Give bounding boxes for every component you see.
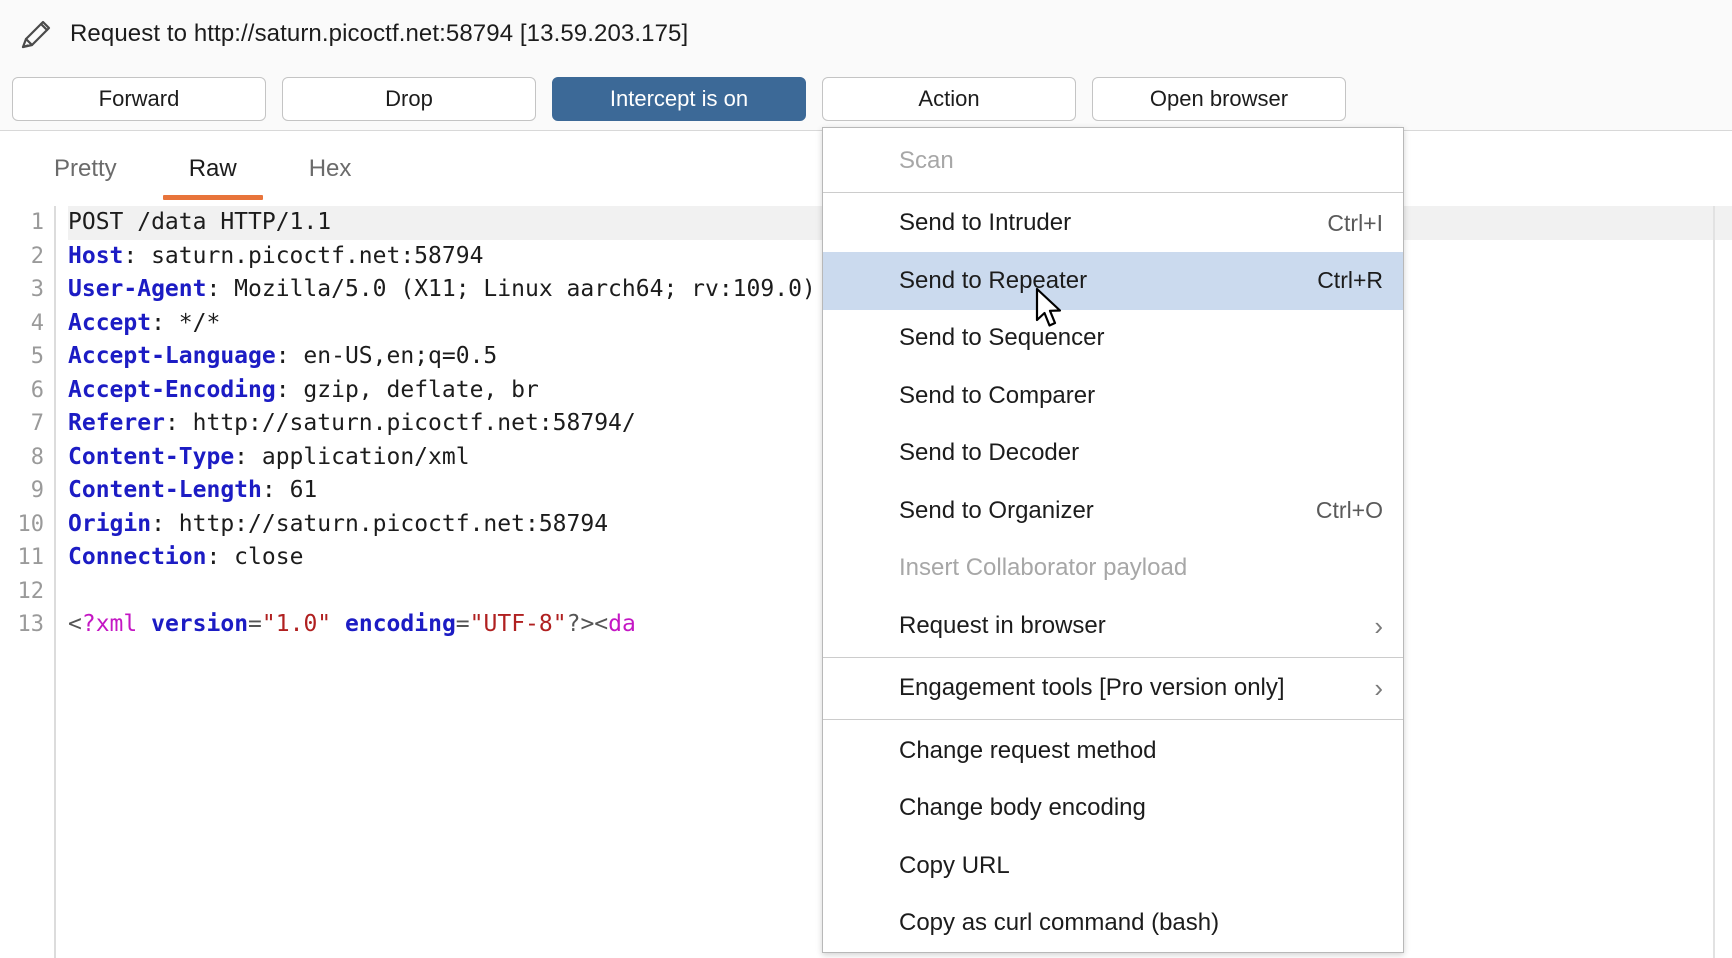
chevron-right-icon: › (1374, 673, 1383, 704)
code-token: : */* (151, 309, 221, 336)
code-token: encoding (345, 611, 456, 637)
line-number: 12 (17, 578, 45, 604)
window-titlebar: Request to http://saturn.picoctf.net:587… (0, 0, 1732, 68)
menu-item-label: Send to Comparer (899, 381, 1096, 409)
menu-item-send-to-decoder[interactable]: Send to Decoder (823, 425, 1403, 483)
menu-item-request-in-browser[interactable]: Request in browser › (823, 597, 1403, 655)
code-token: : http://saturn.picoctf.net:58794/ (164, 410, 636, 436)
code-token: "UTF-8" (469, 611, 567, 637)
menu-item-send-to-sequencer[interactable]: Send to Sequencer (823, 310, 1403, 368)
menu-item-label: Send to Sequencer (899, 324, 1105, 352)
line-number: 11 (17, 545, 45, 570)
code-token: Content-Type (68, 443, 235, 470)
line-number: 1 (30, 210, 44, 235)
menu-item-label: Copy as curl command (bash) (899, 909, 1220, 937)
menu-item-change-body-encoding[interactable]: Change body encoding (823, 780, 1403, 838)
menu-item-label: Send to Decoder (899, 439, 1080, 467)
line-number: 13 (17, 612, 45, 637)
chevron-right-icon: › (1374, 610, 1383, 641)
code-token: User-Agent (68, 276, 207, 302)
menu-item-copy-as-curl-command-bash[interactable]: Copy as curl command (bash) (823, 895, 1403, 953)
menu-item-insert-collaborator-payload: Insert Collaborator payload (823, 540, 1403, 598)
code-token: < (68, 611, 82, 637)
line-number: 6 (30, 377, 44, 403)
code-token: : application/xml (234, 443, 470, 470)
menu-item-shortcut: Ctrl+R (1317, 267, 1383, 294)
menu-item-label: Send to Repeater (899, 266, 1088, 294)
code-token: Accept-Encoding (68, 376, 276, 403)
code-token: da (608, 611, 636, 637)
code-token: Host (68, 242, 124, 269)
code-token: : saturn.picoctf.net:58794 (123, 242, 484, 269)
menu-item-label: Copy URL (899, 851, 1010, 879)
action-button[interactable]: Action (822, 77, 1076, 121)
code-token: ?>< (566, 611, 609, 637)
pencil-icon (21, 20, 51, 49)
open-browser-button[interactable]: Open browser (1092, 77, 1346, 121)
line-number: 5 (30, 344, 44, 369)
code-token: Connection (68, 544, 207, 570)
menu-item-send-to-intruder[interactable]: Send to Intruder Ctrl+I (823, 195, 1403, 253)
page-title: Request to http://saturn.picoctf.net:587… (70, 20, 689, 47)
tab-raw[interactable]: Raw (153, 132, 273, 206)
menu-item-label: Change request method (899, 736, 1157, 764)
action-context-menu[interactable]: Scan Send to Intruder Ctrl+I Send to Repeat… (822, 127, 1404, 953)
code-token: Content-Length (68, 477, 262, 503)
menu-item-label: Scan (899, 146, 954, 174)
code-token: : en-US,en;q=0.5 (275, 343, 498, 369)
menu-item-scan: Scan (823, 132, 1403, 190)
menu-separator (823, 191, 1403, 193)
code-token: : 61 (261, 477, 318, 503)
code-token: Accept (68, 309, 152, 336)
line-number: 8 (30, 444, 44, 470)
code-token: : gzip, deflate, br (275, 376, 539, 403)
menu-item-label: Engagement tools [Pro version only] (899, 674, 1285, 702)
code-token: Accept-Language (68, 343, 276, 369)
menu-item-send-to-comparer[interactable]: Send to Comparer (823, 367, 1403, 425)
code-token: "1.0" (261, 611, 332, 637)
code-token: = (248, 611, 262, 637)
menu-item-shortcut: Ctrl+O (1315, 497, 1383, 524)
line-number: 10 (17, 511, 45, 537)
menu-separator (823, 719, 1403, 720)
line-number: 9 (30, 478, 44, 503)
drop-button[interactable]: Drop (282, 77, 536, 121)
code-token: : http://saturn.picoctf.net:58794 (151, 510, 609, 537)
line-number: 3 (30, 277, 44, 302)
code-token: Referer (68, 410, 165, 436)
line-number-gutter: 1 2 3 4 5 6 7 8 9 10 11 12 13 (0, 206, 56, 958)
menu-item-label: Send to Organizer (899, 496, 1094, 524)
line-number: 7 (30, 411, 44, 436)
menu-item-label: Send to Intruder (899, 209, 1072, 237)
code-token: = (455, 611, 470, 637)
burp-intercept-window: Request to http://saturn.picoctf.net:587… (0, 0, 1732, 958)
code-token: Origin (68, 510, 152, 537)
code-token: ?xml (81, 611, 138, 637)
code-token: POST /data HTTP/1.1 (68, 209, 332, 235)
menu-separator (823, 656, 1403, 658)
action-toolbar: Forward Drop Intercept is on Action Open… (0, 68, 1732, 130)
code-token: : close (206, 544, 304, 570)
menu-item-label: Request in browser (899, 611, 1106, 639)
menu-item-send-to-repeater[interactable]: Send to Repeater Ctrl+R (823, 252, 1403, 310)
forward-button[interactable]: Forward (12, 77, 266, 121)
menu-item-engagement-tools-pro-version-only[interactable]: Engagement tools [Pro version only] › (823, 660, 1403, 718)
line-number: 4 (30, 310, 44, 336)
line-number: 2 (30, 243, 44, 269)
menu-item-send-to-organizer[interactable]: Send to Organizer Ctrl+O (823, 482, 1403, 540)
code-token: version (151, 611, 249, 637)
tab-pretty[interactable]: Pretty (18, 132, 153, 206)
menu-item-shortcut: Ctrl+I (1327, 209, 1383, 236)
menu-item-copy-url[interactable]: Copy URL (823, 837, 1403, 895)
editor-right-divider (1713, 206, 1715, 958)
intercept-toggle-button[interactable]: Intercept is on (552, 77, 806, 121)
tab-hex[interactable]: Hex (273, 132, 388, 206)
menu-item-change-request-method[interactable]: Change request method (823, 722, 1403, 780)
menu-item-label: Change body encoding (899, 794, 1146, 822)
menu-item-label: Insert Collaborator payload (899, 554, 1188, 582)
